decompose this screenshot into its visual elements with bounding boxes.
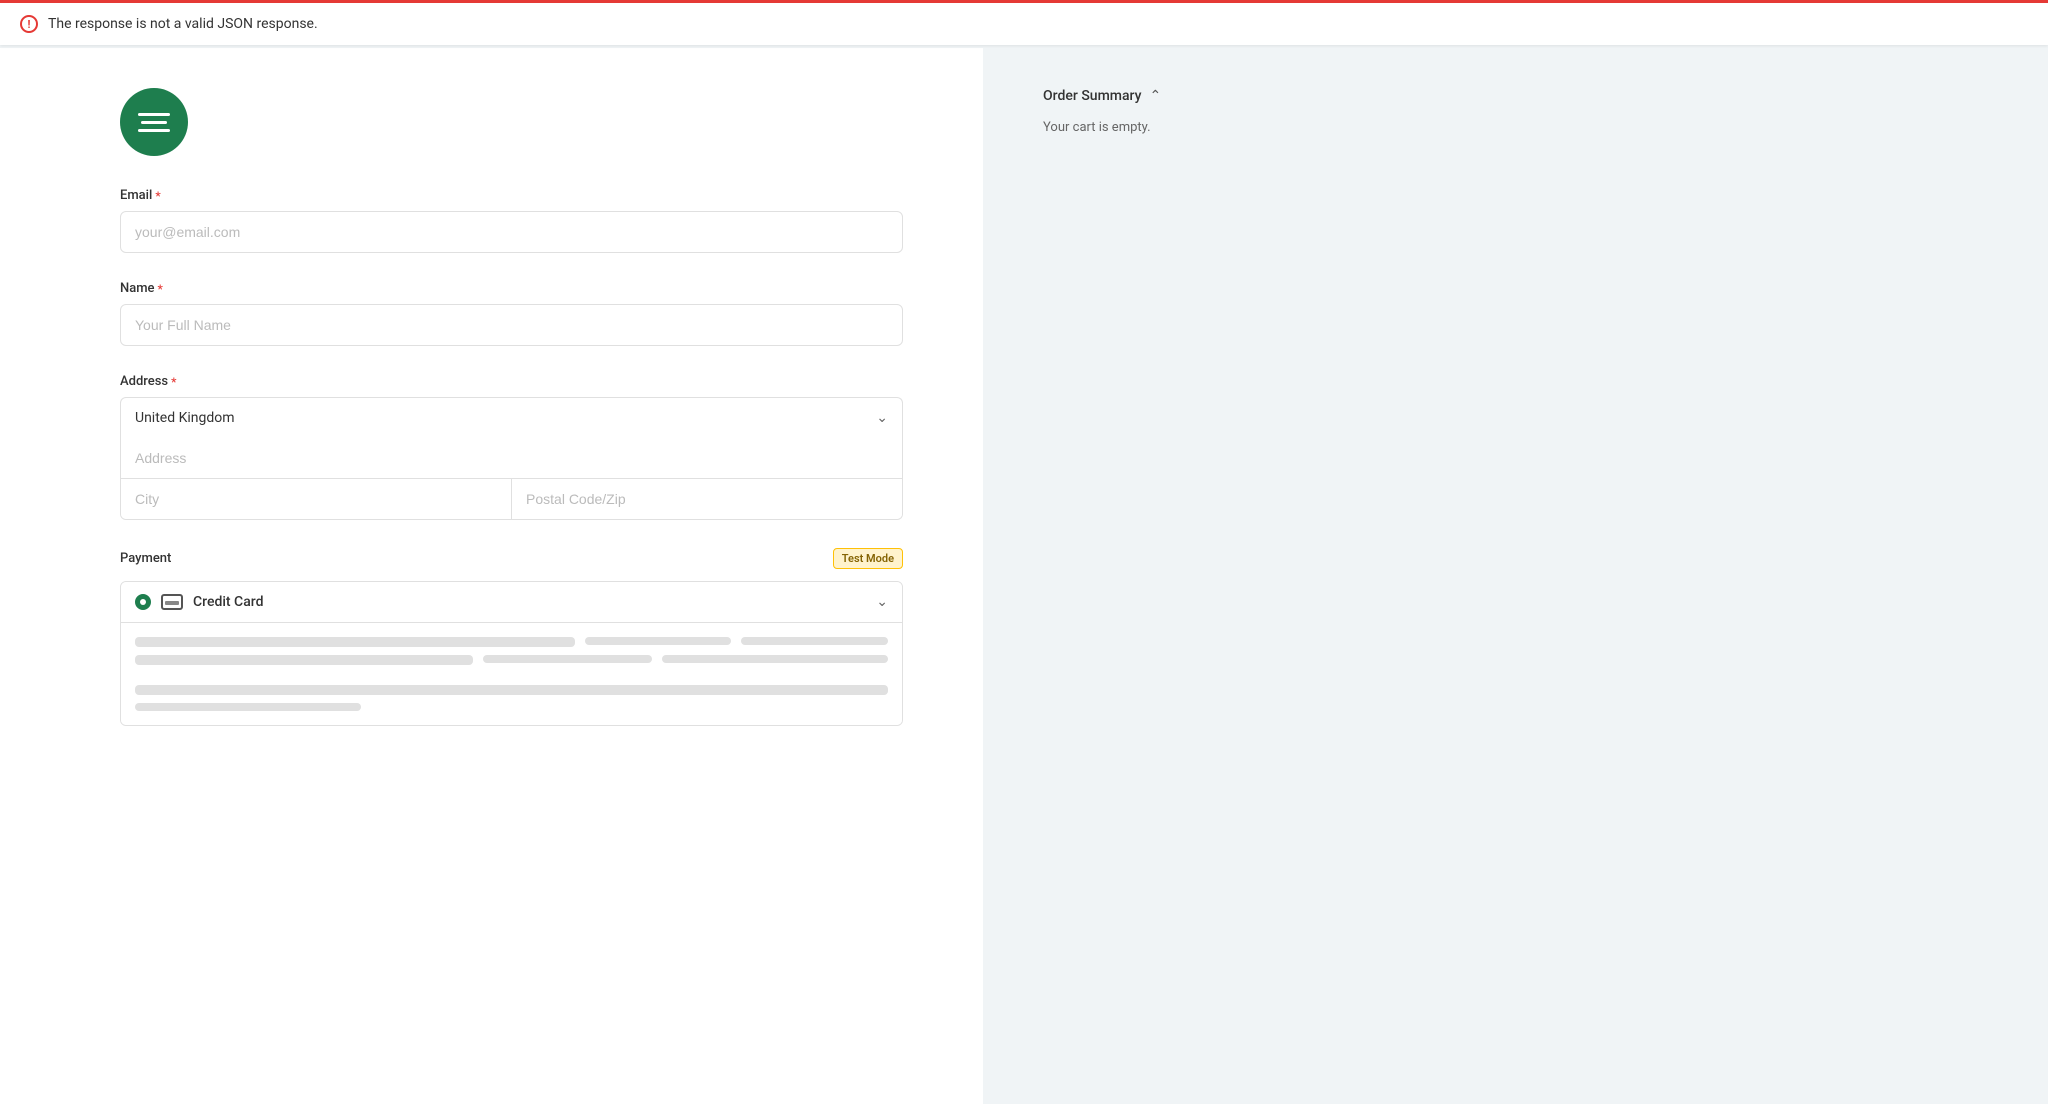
skeleton-expiry xyxy=(585,637,732,645)
credit-card-radio[interactable] xyxy=(135,594,151,610)
credit-card-row[interactable]: Credit Card ⌄ xyxy=(121,582,902,622)
order-summary-chevron-icon: ⌃ xyxy=(1149,88,1161,104)
payment-header: Payment Test Mode xyxy=(120,548,903,569)
name-required: * xyxy=(158,282,163,296)
email-required: * xyxy=(155,189,160,203)
logo-line-3 xyxy=(138,129,170,132)
skeleton-row-1 xyxy=(135,637,888,647)
country-dropdown[interactable]: United Kingdom ⌄ xyxy=(120,397,903,438)
skeleton-card-number xyxy=(135,637,575,647)
main-layout: Email * Name * Address * United Kingdom … xyxy=(0,0,2048,1104)
zip-input[interactable] xyxy=(512,479,902,519)
name-input[interactable] xyxy=(120,304,903,346)
error-message: The response is not a valid JSON respons… xyxy=(48,16,318,32)
skeleton-partial xyxy=(135,703,361,711)
left-panel: Email * Name * Address * United Kingdom … xyxy=(0,48,983,1104)
address-label: Address * xyxy=(120,374,903,389)
error-icon: ! xyxy=(20,15,38,33)
email-input[interactable] xyxy=(120,211,903,253)
credit-card-icon xyxy=(161,594,183,610)
logo-line-2 xyxy=(141,121,167,124)
name-label: Name * xyxy=(120,281,903,296)
order-summary-header[interactable]: Order Summary ⌃ xyxy=(1043,88,1988,104)
credit-card-label: Credit Card xyxy=(193,594,263,610)
city-input[interactable] xyxy=(121,479,512,519)
skeleton-extra1 xyxy=(483,655,652,663)
skeleton-cvv xyxy=(741,637,888,645)
right-panel: Order Summary ⌃ Your cart is empty. xyxy=(983,48,2048,1104)
card-fields-skeleton xyxy=(121,622,902,725)
radio-dot xyxy=(140,599,146,605)
payment-section: Payment Test Mode Credit Card ⌄ xyxy=(120,548,903,726)
name-section: Name * xyxy=(120,281,903,346)
address-section: Address * United Kingdom ⌄ xyxy=(120,374,903,520)
country-value: United Kingdom xyxy=(135,410,235,426)
test-mode-badge: Test Mode xyxy=(833,548,903,569)
logo-circle xyxy=(120,88,188,156)
skeleton-name xyxy=(135,655,473,665)
city-zip-row xyxy=(120,479,903,520)
error-banner: ! The response is not a valid JSON respo… xyxy=(0,0,2048,45)
address-required: * xyxy=(171,375,176,389)
payment-label: Payment xyxy=(120,551,171,566)
credit-card-left: Credit Card xyxy=(135,594,263,610)
order-summary-label: Order Summary xyxy=(1043,88,1141,104)
address-line-input[interactable] xyxy=(120,438,903,479)
country-chevron-icon: ⌄ xyxy=(876,410,888,426)
email-section: Email * xyxy=(120,188,903,253)
skeleton-extra2 xyxy=(662,655,888,663)
logo-container xyxy=(120,88,903,156)
payment-card: Credit Card ⌄ xyxy=(120,581,903,726)
credit-card-chevron-icon: ⌄ xyxy=(876,594,888,610)
cart-empty-text: Your cart is empty. xyxy=(1043,120,1988,135)
email-label: Email * xyxy=(120,188,903,203)
logo-line-1 xyxy=(138,113,170,116)
skeleton-full-1 xyxy=(135,685,888,695)
skeleton-row-2 xyxy=(135,655,888,665)
logo-lines xyxy=(138,113,170,132)
